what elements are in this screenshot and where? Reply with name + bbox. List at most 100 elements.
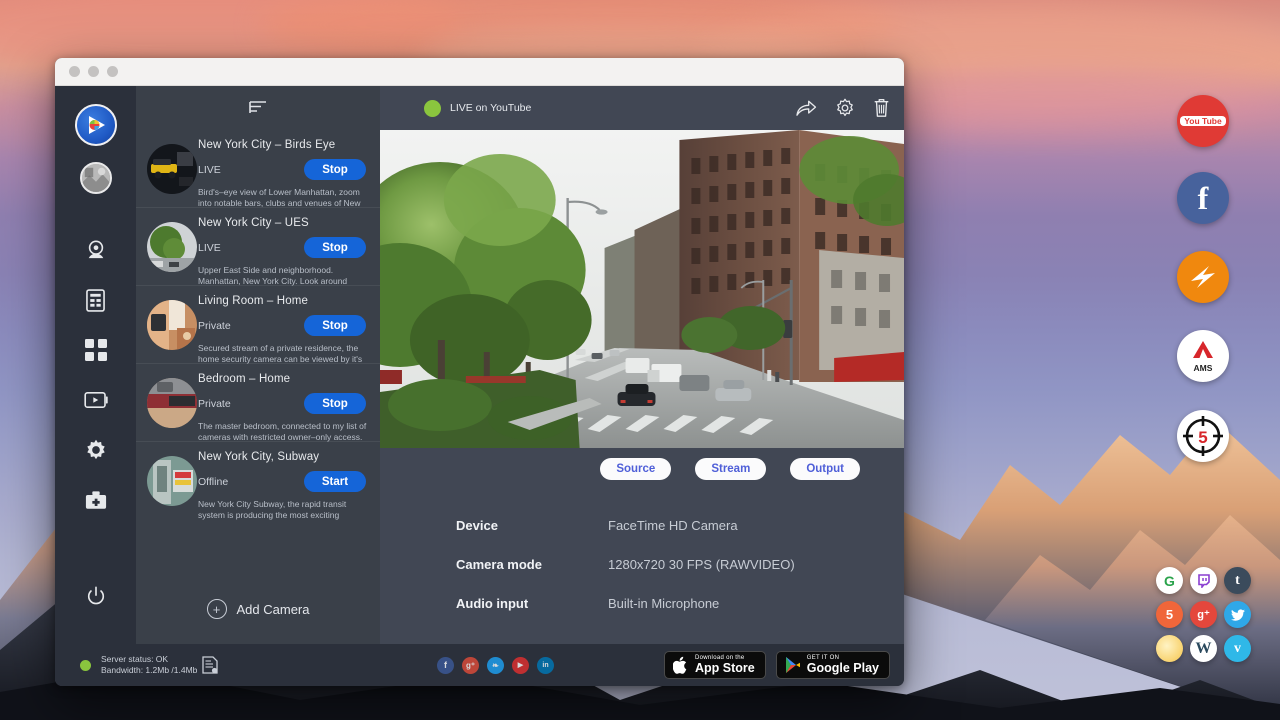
camera-state: Private	[198, 398, 304, 410]
camera-action-button[interactable]: Stop	[304, 159, 366, 180]
window-maximize-button[interactable]	[107, 66, 118, 77]
social-links: f g⁺ ❧ ▶ in	[437, 657, 554, 674]
video-preview[interactable]	[380, 130, 904, 448]
gear-icon[interactable]	[835, 98, 855, 118]
camera-list-panel: New York City – Birds Eye LIVE Stop Bird…	[136, 86, 380, 644]
desktop-icon-tumblr[interactable]: t	[1224, 567, 1251, 594]
firstaid-icon	[85, 491, 107, 510]
twitter-icon[interactable]: ❧	[487, 657, 504, 674]
tab-source[interactable]: Source	[600, 458, 671, 480]
desktop-icon-youtube[interactable]: You Tube	[1177, 95, 1229, 147]
desktop-icon-flame[interactable]	[1156, 635, 1183, 662]
trash-icon[interactable]	[873, 98, 890, 118]
spec-value[interactable]: Built-in Microphone	[608, 596, 719, 611]
camera-action-button[interactable]: Stop	[304, 315, 366, 336]
document-log-icon[interactable]	[202, 656, 218, 674]
bandwidth-line: Bandwidth: 1.2Mb /1.4Mb	[101, 665, 197, 676]
camera-list-item[interactable]: Living Room – Home Private Stop Secured …	[136, 286, 380, 364]
camera-list-item[interactable]: New York City, Subway Offline Start New …	[136, 442, 380, 520]
sidebar-item-video[interactable]	[76, 380, 116, 420]
spec-label: Audio input	[456, 596, 608, 611]
server-status-text: Server status: OK Bandwidth: 1.2Mb /1.4M…	[101, 654, 197, 676]
camera-state: LIVE	[198, 164, 304, 176]
app-store-badge[interactable]: Download on the App Store	[664, 651, 766, 679]
spec-label: Camera mode	[456, 557, 608, 572]
desktop-icon-twitter[interactable]	[1224, 601, 1251, 628]
camera-action-button[interactable]: Stop	[304, 393, 366, 414]
subway-thumb	[147, 456, 197, 506]
sidebar-item-support[interactable]	[76, 480, 116, 520]
sidebar-item-device[interactable]	[76, 280, 116, 320]
spec-row-device: Device FaceTime HD Camera	[456, 518, 904, 533]
camera-action-button[interactable]: Start	[304, 471, 366, 492]
app-window: New York City – Birds Eye LIVE Stop Bird…	[55, 58, 904, 686]
ues-thumb	[147, 222, 197, 272]
google-icon: G	[1164, 573, 1175, 589]
camera-description: Bird's–eye view of Lower Manhattan, zoom…	[198, 187, 372, 208]
avatar-icon	[82, 163, 110, 193]
grid-icon	[85, 339, 107, 361]
status-bar: Server status: OK Bandwidth: 1.2Mb /1.4M…	[55, 644, 904, 686]
facebook-icon[interactable]: f	[437, 657, 454, 674]
youtube-icon[interactable]: ▶	[512, 657, 529, 674]
window-close-button[interactable]	[69, 66, 80, 77]
apple-icon	[673, 656, 689, 675]
desktop-icon-vimeo[interactable]: v	[1224, 635, 1251, 662]
camera-title: New York City – Birds Eye	[198, 139, 372, 151]
googleplus-icon[interactable]: g⁺	[462, 657, 479, 674]
camera-list-item[interactable]: New York City – Birds Eye LIVE Stop Bird…	[136, 130, 380, 208]
google-play-badge[interactable]: GET IT ON Google Play	[776, 651, 890, 679]
desktop-icon-five[interactable]: 5	[1156, 601, 1183, 628]
desktop-icon-target5[interactable]: 5	[1177, 410, 1229, 462]
add-camera-button[interactable]: + Add Camera	[136, 574, 380, 644]
desktop-icon-wordpress[interactable]: W	[1190, 635, 1217, 662]
settings-tabs: Source Stream Output	[380, 448, 904, 480]
thumbnail-image	[147, 222, 197, 272]
vimeo-icon: v	[1234, 641, 1241, 657]
sidebar-item-user-avatar[interactable]	[80, 162, 112, 194]
desktop-icon-googleplus[interactable]: g⁺	[1190, 601, 1217, 628]
sidebar-item-power[interactable]	[76, 576, 116, 616]
camera-list-item[interactable]: New York City – UES LIVE Stop Upper East…	[136, 208, 380, 286]
window-titlebar[interactable]	[55, 58, 904, 86]
sort-icon[interactable]	[249, 100, 267, 116]
living-room-thumb	[147, 300, 197, 350]
camera-description: Secured stream of a private residence, t…	[198, 343, 372, 364]
twitter-icon	[1231, 609, 1245, 621]
live-indicator-dot	[424, 100, 441, 117]
sidebar-item-webcam[interactable]	[76, 230, 116, 270]
tab-output[interactable]: Output	[790, 458, 860, 480]
lightning-icon	[1186, 260, 1220, 294]
sidebar-item-grid[interactable]	[76, 330, 116, 370]
linkedin-icon[interactable]: in	[537, 657, 554, 674]
main-content: LIVE on YouTube	[380, 86, 904, 644]
share-icon[interactable]	[795, 99, 817, 117]
sidebar-item-settings[interactable]	[76, 430, 116, 470]
live-status-label: LIVE on YouTube	[450, 102, 531, 114]
spec-value[interactable]: 1280x720 30 FPS (RAWVIDEO)	[608, 557, 795, 572]
five-icon: 5	[1166, 607, 1173, 622]
desktop-icon-facebook[interactable]: f	[1177, 172, 1229, 224]
thumbnail-image	[147, 378, 197, 428]
camera-list[interactable]: New York City – Birds Eye LIVE Stop Bird…	[136, 130, 380, 574]
window-minimize-button[interactable]	[88, 66, 99, 77]
spec-value[interactable]: FaceTime HD Camera	[608, 518, 738, 533]
googleplus-icon: g⁺	[1197, 608, 1210, 621]
desktop-icon-twitch[interactable]	[1190, 567, 1217, 594]
camera-description: Upper East Side and neighborhood. Manhat…	[198, 265, 372, 286]
desktop-icon-wirecast[interactable]	[1177, 251, 1229, 303]
desktop-icon-adobe-ams[interactable]: AMS	[1177, 330, 1229, 382]
app-store-big-label: App Store	[695, 662, 755, 675]
facebook-icon: f	[1198, 180, 1209, 217]
video-icon	[84, 391, 108, 409]
thumbnail-image	[147, 456, 197, 506]
target-icon: 5	[1181, 414, 1225, 458]
desktop-icon-google[interactable]: G	[1156, 567, 1183, 594]
device-icon	[86, 289, 105, 312]
tab-stream[interactable]: Stream	[695, 458, 766, 480]
wordpress-icon: W	[1196, 640, 1212, 658]
camera-action-button[interactable]: Stop	[304, 237, 366, 258]
camera-list-item[interactable]: Bedroom – Home Private Stop The master b…	[136, 364, 380, 442]
sidebar-item-app-logo[interactable]	[75, 104, 117, 146]
spec-row-audio-input: Audio input Built-in Microphone	[456, 596, 904, 611]
